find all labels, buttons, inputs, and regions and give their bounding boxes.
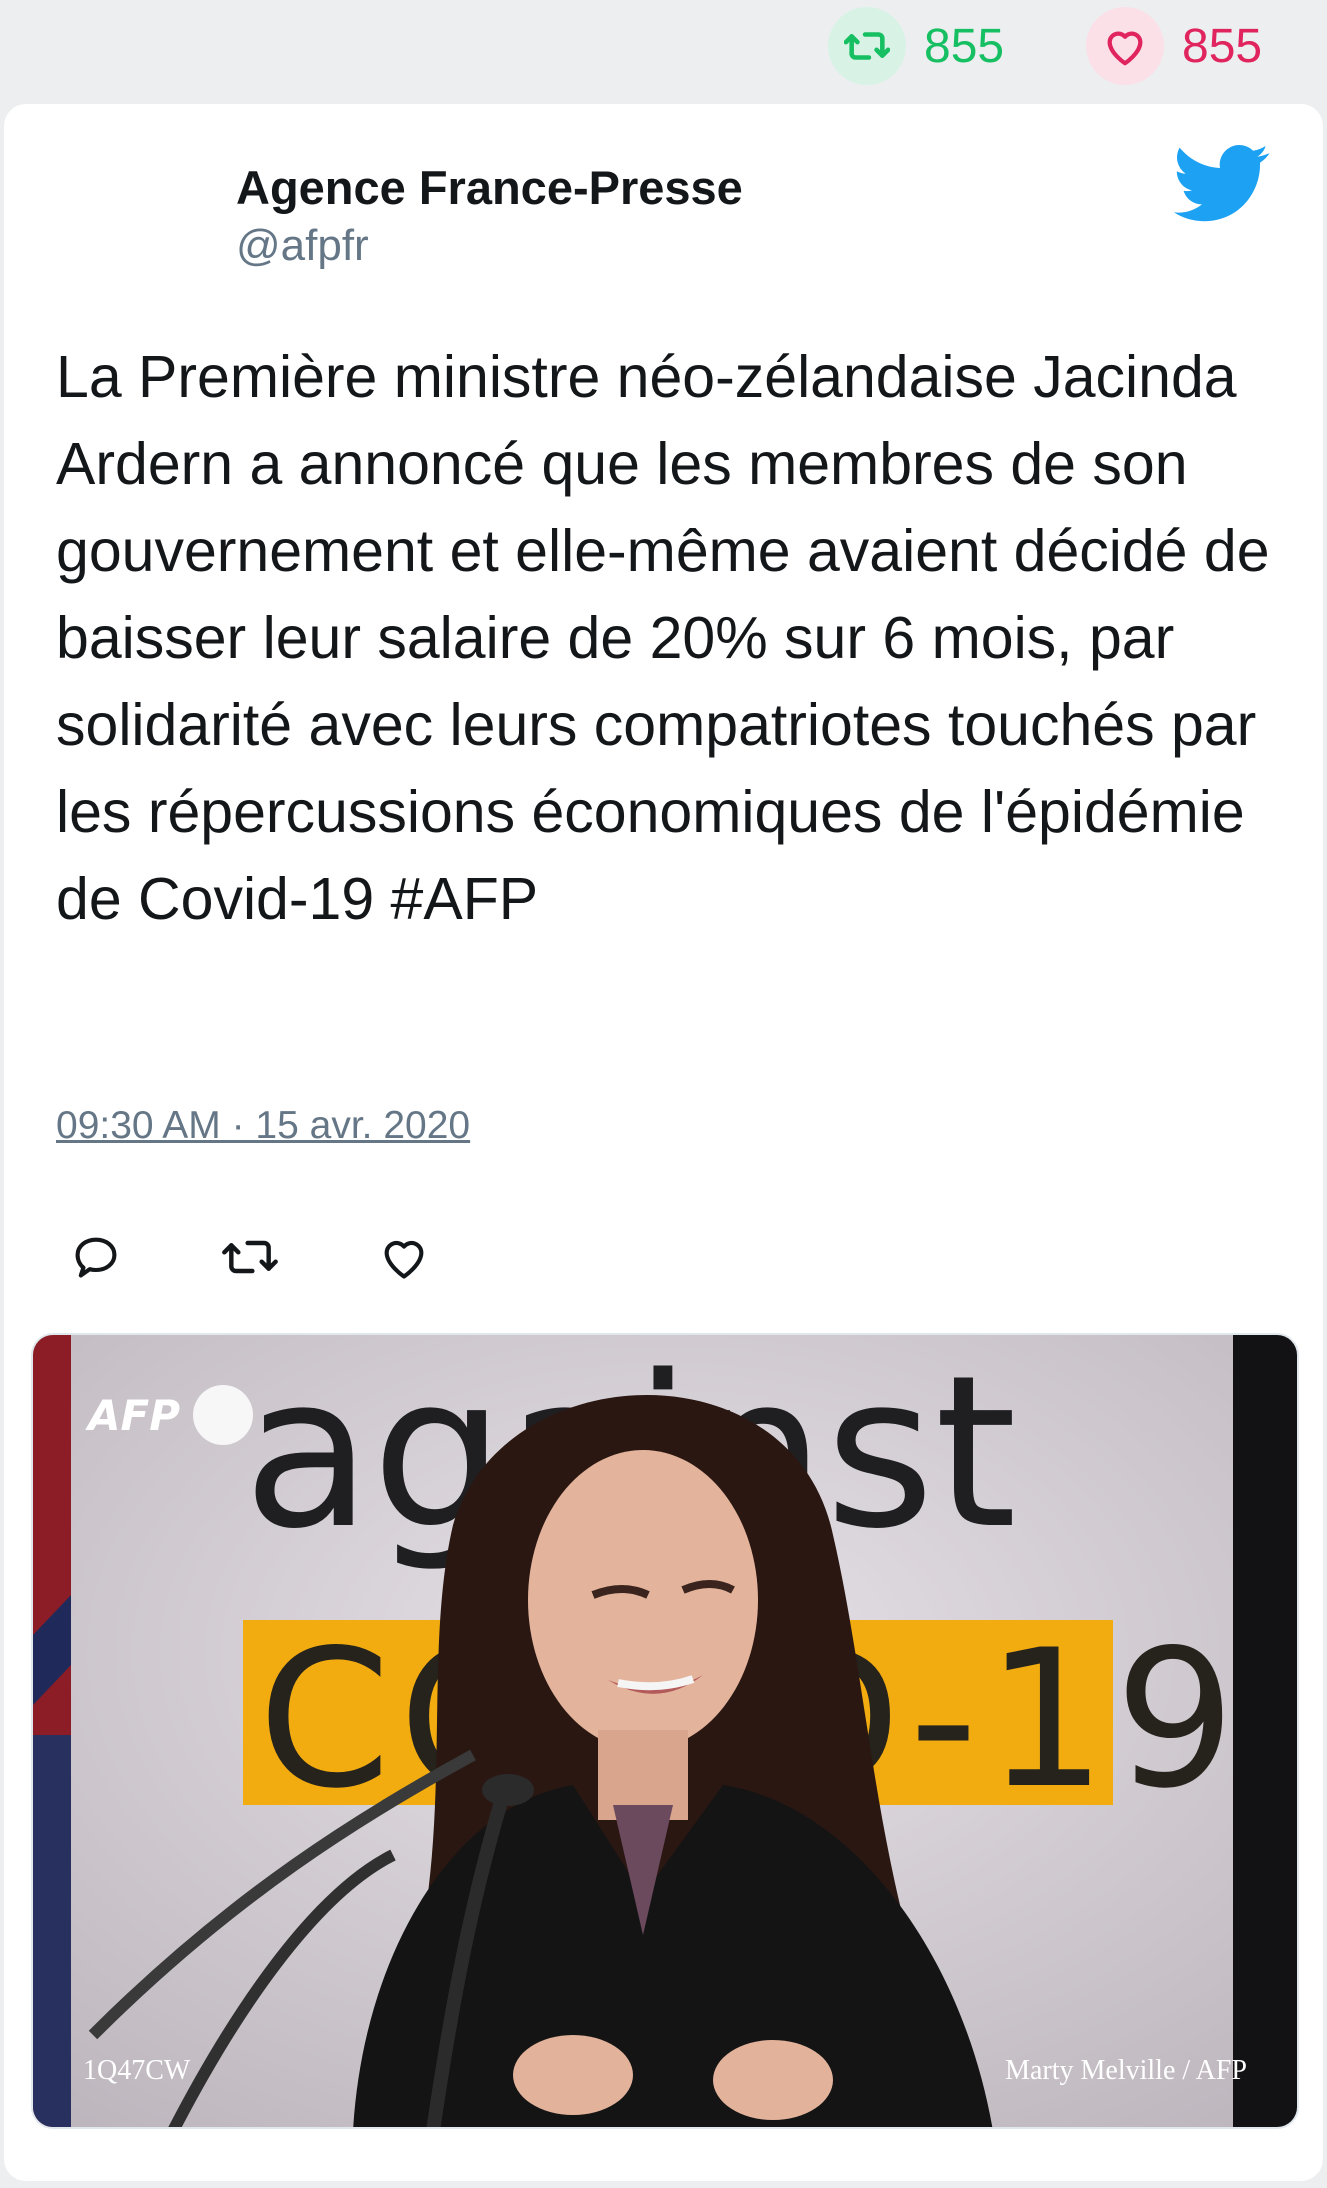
author-handle[interactable]: @afpfr: [236, 221, 743, 270]
press-photo: against COVID-19: [33, 1335, 1297, 2127]
retweet-icon[interactable]: [220, 1227, 280, 1287]
retweet-icon[interactable]: [828, 7, 906, 85]
author-name[interactable]: Agence France-Presse: [236, 162, 743, 214]
retweet-stat[interactable]: 855: [828, 7, 1005, 85]
tweet-actions: [66, 1222, 528, 1292]
twitter-bird-icon[interactable]: [1174, 144, 1270, 224]
reply-icon[interactable]: [66, 1227, 126, 1287]
retweet-count: 855: [924, 19, 1005, 73]
heart-icon[interactable]: [1086, 7, 1164, 85]
like-icon[interactable]: [374, 1227, 434, 1287]
tweet-text: La Première ministre néo-zélandaise Jaci…: [56, 344, 1270, 932]
author-block[interactable]: Agence France-Presse @afpfr: [236, 162, 743, 270]
engagement-bar: 855 855: [0, 0, 1327, 100]
afp-logo: AFP: [85, 1385, 253, 1445]
tweet-timestamp[interactable]: 09:30 AM · 15 avr. 2020: [56, 1104, 470, 1148]
photo-credit: Marty Melville / AFP: [1005, 2055, 1247, 2086]
like-count: 855: [1182, 19, 1263, 73]
afp-logo-text: AFP: [85, 1391, 180, 1440]
tweet-card: Agence France-Presse @afpfr La Première …: [4, 104, 1323, 2181]
tweet-photo[interactable]: against COVID-19: [31, 1333, 1299, 2129]
like-stat[interactable]: 855: [1086, 7, 1263, 85]
photo-code: 1Q47CW: [83, 2055, 191, 2086]
